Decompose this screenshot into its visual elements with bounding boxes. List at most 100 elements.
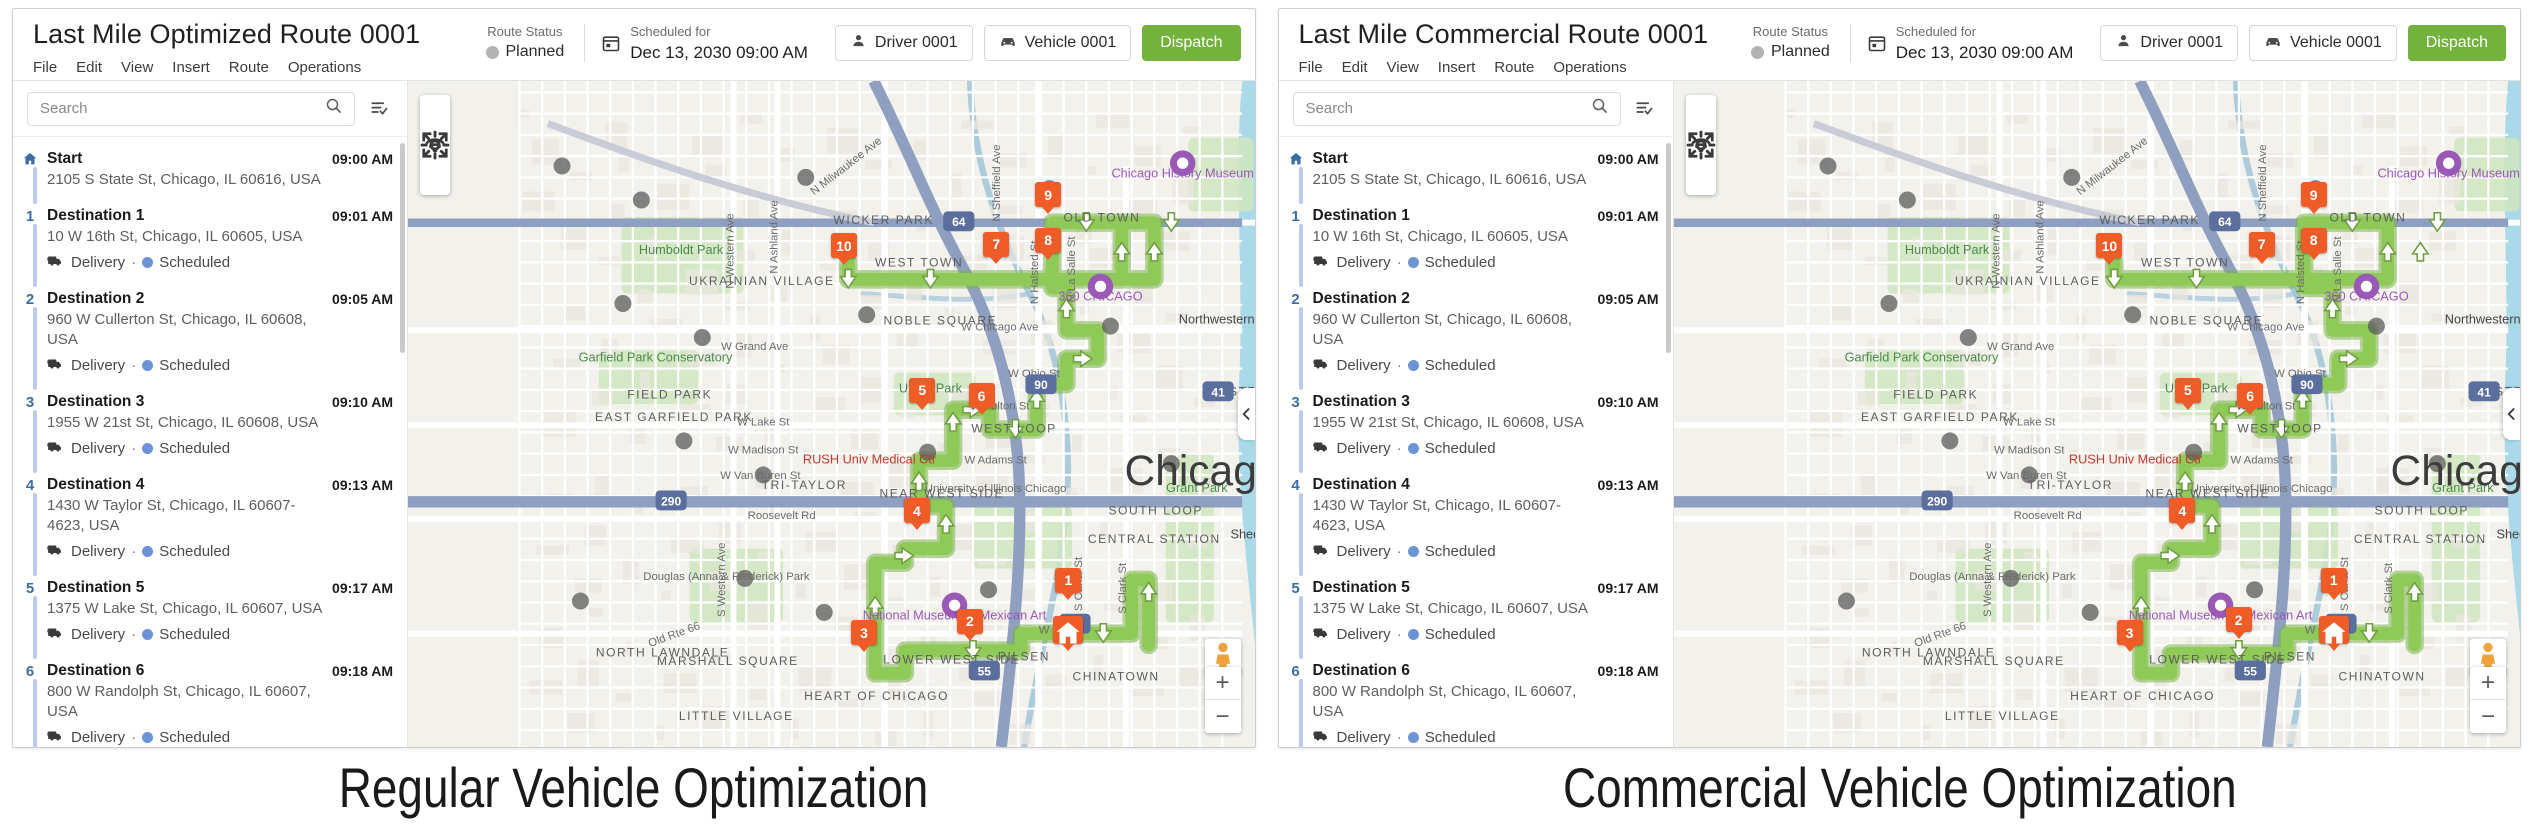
menu-item-file[interactable]: File [1299, 59, 1323, 76]
stop-list-item[interactable]: 2 Destination 2 09:05 AM 960 W Cullerton… [1279, 281, 1673, 390]
stop-time: 09:13 AM [332, 477, 393, 493]
svg-text:W Van Buren St: W Van Buren St [720, 470, 801, 482]
menu-item-operations[interactable]: Operations [288, 59, 361, 76]
stops-list[interactable]: Start 09:00 AM 2105 S State St, Chicago,… [13, 137, 407, 747]
map-marker-stop[interactable]: 6 [968, 383, 995, 416]
route-map[interactable]: WICKER PARK OLD TOWN UKRAINIAN VILLAGE NOBL… [408, 81, 1255, 747]
map-marker-stop[interactable]: 6 [2237, 383, 2264, 416]
search-icon[interactable] [325, 97, 344, 121]
stop-list-item[interactable]: 5 Destination 5 09:17 AM 1375 W Lake St,… [1279, 570, 1673, 659]
truck-icon [1312, 251, 1331, 273]
stop-list-item[interactable]: 3 Destination 3 09:10 AM 1955 W 21st St,… [1279, 384, 1673, 473]
stop-meta: Delivery · Scheduled [46, 251, 387, 273]
driver-selector[interactable]: Driver 0001 [834, 25, 973, 61]
stop-list-item[interactable]: 6 Destination 6 09:18 AM 800 W Randolph … [1279, 653, 1673, 747]
menu-item-operations[interactable]: Operations [1553, 59, 1626, 76]
svg-text:WEST LOOP: WEST LOOP [2237, 421, 2322, 435]
map-marker-stop[interactable]: 8 [2300, 227, 2327, 260]
menu-item-file[interactable]: File [33, 59, 57, 76]
zoom-in-button[interactable]: + [2470, 667, 2506, 700]
stop-list-item[interactable]: 2 Destination 2 09:05 AM 960 W Cullerton… [13, 281, 407, 390]
sidebar-scrollbar[interactable] [1665, 143, 1671, 353]
stop-list-item[interactable]: 3 Destination 3 09:10 AM 1955 W 21st St,… [13, 384, 407, 473]
search-input[interactable] [1305, 100, 1591, 117]
stop-status: Scheduled [1424, 625, 1496, 643]
menu-item-route[interactable]: Route [1494, 59, 1534, 76]
map-marker-stop[interactable]: 4 [903, 498, 930, 531]
map-marker-stop[interactable]: 3 [2116, 620, 2143, 653]
menu-item-view[interactable]: View [121, 59, 153, 76]
meta-separator: · [1396, 728, 1402, 746]
dispatch-button[interactable]: Dispatch [2407, 25, 2506, 61]
radar-icon[interactable] [1690, 138, 1711, 188]
zoom-in-button[interactable]: + [1204, 667, 1241, 700]
zoom-out-button[interactable]: − [2470, 700, 2506, 733]
svg-text:HEART OF CHICAGO: HEART OF CHICAGO [2070, 689, 2215, 703]
map-marker-stop[interactable]: 9 [1035, 182, 1062, 215]
stop-list-item[interactable]: 1 Destination 1 09:01 AM 10 W 16th St, C… [1279, 198, 1673, 287]
stop-list-item[interactable]: 6 Destination 6 09:18 AM 800 W Randolph … [13, 653, 407, 747]
map-marker-stop[interactable]: 5 [2174, 377, 2201, 410]
radar-icon[interactable] [425, 138, 445, 188]
search-box[interactable] [27, 91, 355, 126]
sort-check-icon[interactable] [1631, 95, 1659, 123]
chevron-left-icon[interactable] [1237, 388, 1255, 440]
svg-text:CHINATOWN: CHINATOWN [1073, 669, 1160, 683]
map-marker-stop[interactable]: 7 [2248, 231, 2275, 264]
stop-list-item[interactable]: 4 Destination 4 09:13 AM 1430 W Taylor S… [1279, 467, 1673, 576]
map-marker-stop[interactable]: 3 [851, 620, 878, 653]
menu-item-insert[interactable]: Insert [172, 59, 210, 76]
menu-item-edit[interactable]: Edit [76, 59, 102, 76]
zoom-out-button[interactable]: − [1205, 700, 1241, 733]
stop-status: Scheduled [159, 625, 231, 643]
sidebar-scrollbar[interactable] [400, 143, 405, 353]
vehicle-selector[interactable]: Vehicle 0001 [2249, 25, 2397, 61]
stop-list-item[interactable]: 4 Destination 4 09:13 AM 1430 W Taylor S… [13, 467, 407, 576]
map-marker-stop[interactable]: 7 [983, 231, 1010, 264]
stop-list-item[interactable]: Start 09:00 AM 2105 S State St, Chicago,… [13, 141, 407, 204]
stop-status: Scheduled [1424, 542, 1496, 560]
search-input[interactable] [40, 100, 325, 117]
truck-icon [46, 726, 65, 747]
stops-list[interactable]: Start 09:00 AM 2105 S State St, Chicago,… [1279, 137, 1673, 747]
dispatch-button[interactable]: Dispatch [1142, 25, 1241, 61]
map-marker-start[interactable] [2318, 615, 2349, 651]
map-marker-stop[interactable]: 9 [2300, 182, 2327, 215]
map-marker-stop[interactable]: 10 [830, 233, 857, 266]
map-marker-stop[interactable]: 2 [956, 608, 983, 641]
figure-caption-1: Regular Vehicle Optimization [0, 748, 1267, 827]
menu-item-insert[interactable]: Insert [1438, 59, 1476, 76]
stop-list-item[interactable]: 1 Destination 1 09:01 AM 10 W 16th St, C… [13, 198, 407, 287]
search-icon[interactable] [1591, 97, 1610, 121]
stop-list-item[interactable]: Start 09:00 AM 2105 S State St, Chicago,… [1279, 141, 1673, 204]
person-icon [850, 32, 867, 54]
scheduled-for[interactable]: Scheduled for Dec 13, 2030 09:00 AM [585, 23, 824, 63]
svg-text:Northwestern Pritzker School o: Northwestern Pritzker School of Law [1179, 311, 1255, 326]
stop-address: 800 W Randolph St, Chicago, IL 60607, US… [47, 683, 311, 720]
truck-icon [46, 437, 65, 459]
driver-label: Driver 0001 [874, 34, 958, 51]
menu-item-edit[interactable]: Edit [1342, 59, 1368, 76]
chevron-left-icon[interactable] [2503, 388, 2520, 440]
svg-text:WICKER PARK: WICKER PARK [2099, 213, 2199, 227]
vehicle-selector[interactable]: Vehicle 0001 [983, 25, 1132, 61]
stop-status: Scheduled [159, 356, 231, 374]
driver-selector[interactable]: Driver 0001 [2100, 25, 2239, 61]
stop-index: 3 [25, 394, 35, 411]
menu-item-view[interactable]: View [1387, 59, 1419, 76]
map-marker-stop[interactable]: 1 [1055, 567, 1082, 600]
scheduled-for[interactable]: Scheduled for Dec 13, 2030 09:00 AM [1851, 23, 2090, 63]
map-marker-stop[interactable]: 2 [2225, 607, 2252, 640]
map-marker-start[interactable] [1053, 615, 1084, 651]
sort-check-icon[interactable] [365, 95, 393, 123]
map-marker-stop[interactable]: 1 [2320, 567, 2347, 600]
menu-item-route[interactable]: Route [229, 59, 269, 76]
map-marker-stop[interactable]: 10 [2096, 233, 2123, 266]
stop-list-item[interactable]: 5 Destination 5 09:17 AM 1375 W Lake St,… [13, 570, 407, 659]
svg-text:S Clark St: S Clark St [2382, 562, 2394, 614]
search-box[interactable] [1292, 91, 1621, 126]
map-marker-stop[interactable]: 8 [1035, 227, 1062, 260]
route-map[interactable]: WICKER PARK OLD TOWN UKRAINIAN VILLAGE NOBL… [1673, 81, 2520, 747]
map-marker-stop[interactable]: 5 [909, 377, 936, 410]
map-marker-stop[interactable]: 4 [2169, 498, 2196, 531]
